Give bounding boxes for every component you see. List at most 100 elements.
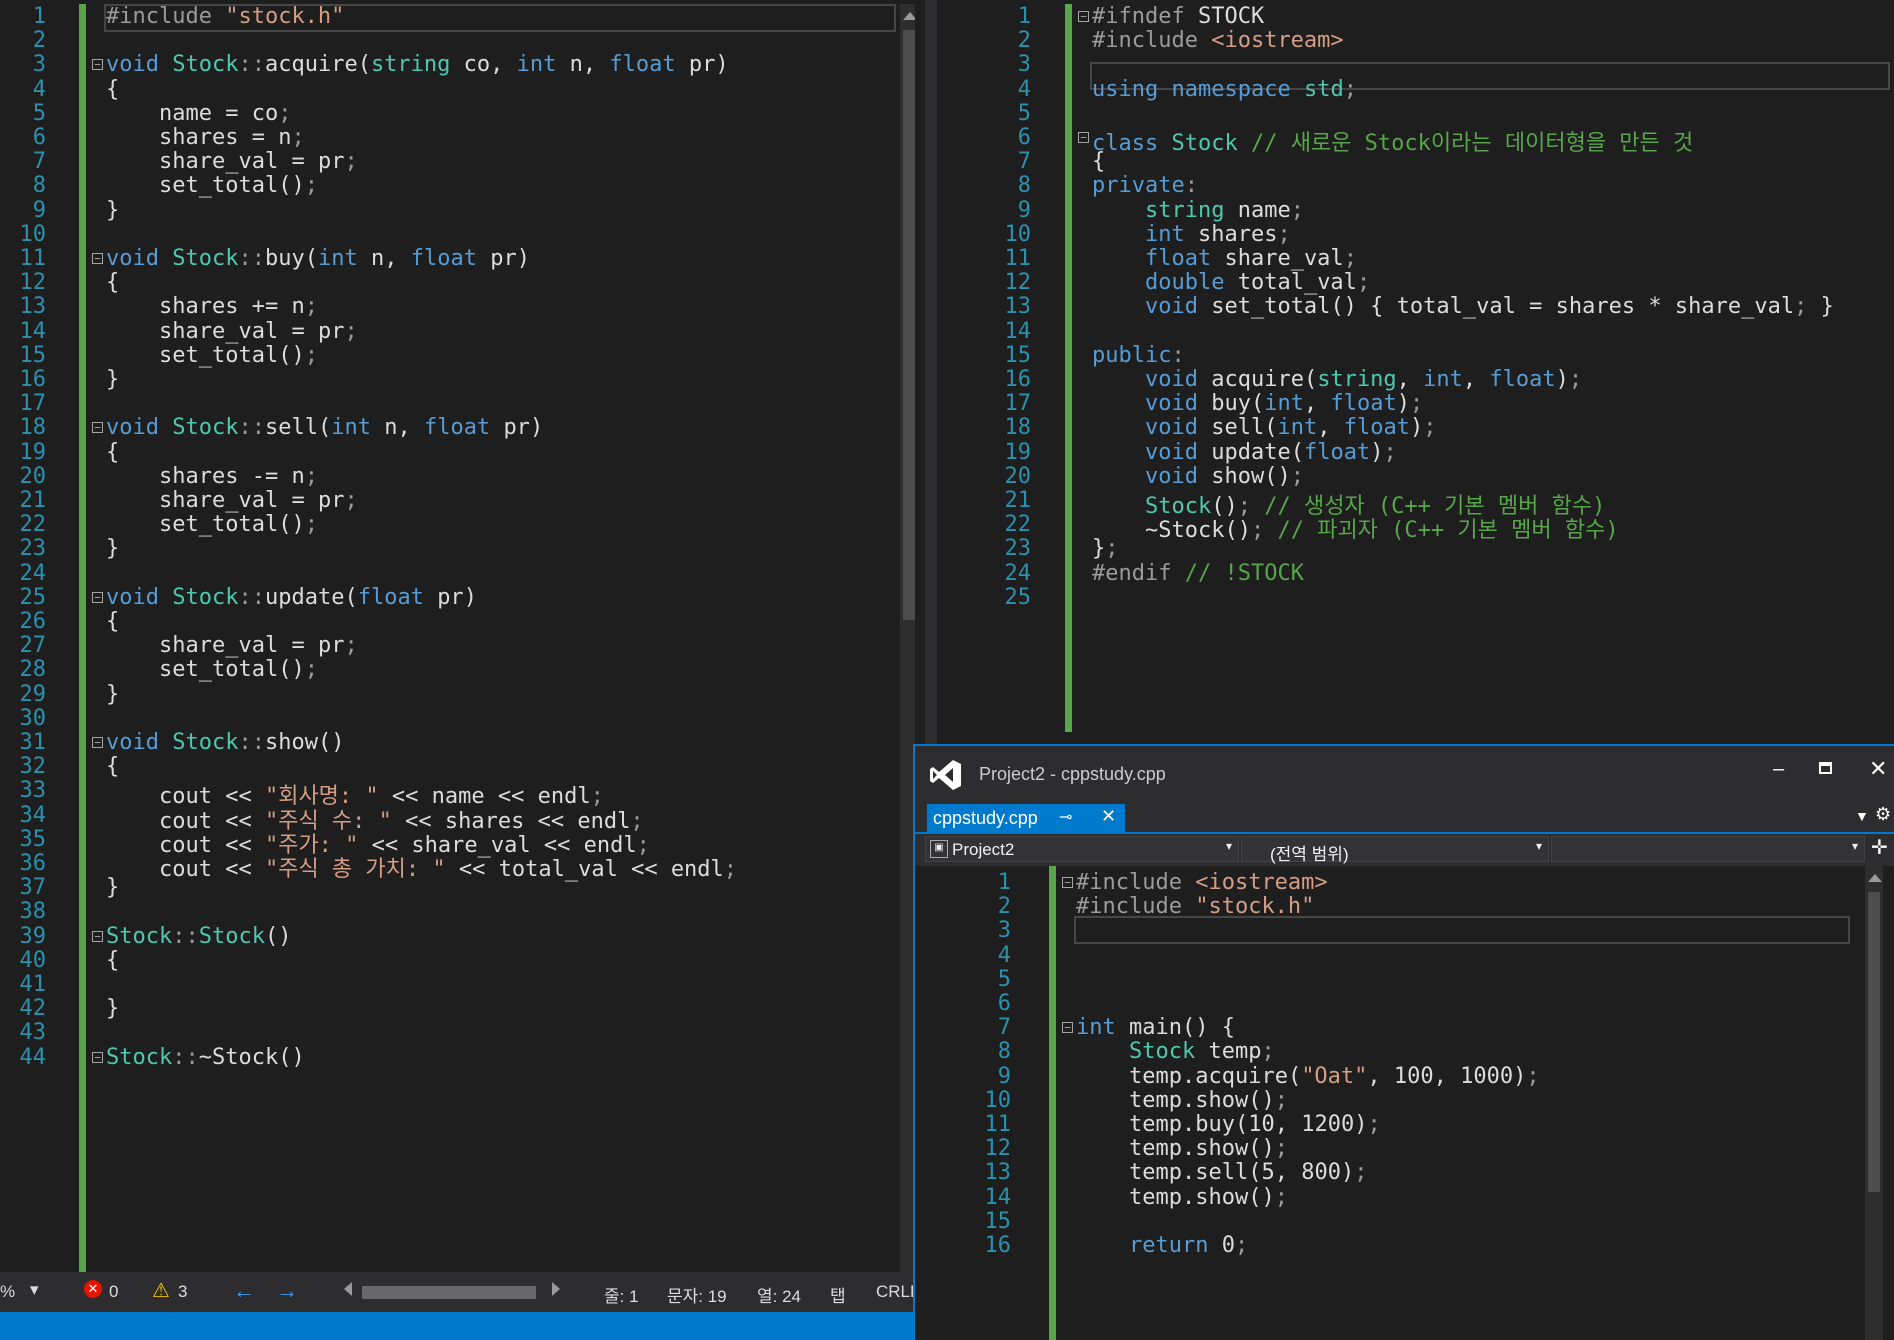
code-line[interactable]: { (106, 440, 119, 465)
code-line[interactable]: share_val = pr; (106, 149, 358, 174)
tab-close-icon[interactable]: ✕ (1101, 806, 1116, 827)
maximize-button[interactable] (1819, 762, 1832, 774)
collapse-toggle-icon[interactable]: − (1078, 11, 1089, 22)
code-line[interactable]: temp.show(); (1076, 1088, 1288, 1113)
member-dropdown[interactable]: ▾ (1551, 836, 1865, 862)
code-line[interactable]: float share_val; (1092, 246, 1357, 271)
collapse-toggle-icon[interactable]: − (92, 59, 103, 71)
code-line[interactable]: set_total(); (106, 512, 318, 537)
floating-editor-window[interactable]: Project2 - cppstudy.cpp – ✕ cppstudy.cpp… (913, 744, 1894, 1340)
code-line[interactable]: void Stock::acquire(string co, int n, fl… (106, 52, 729, 77)
collapse-toggle-icon[interactable]: − (1062, 1022, 1073, 1034)
pane-splitter[interactable] (925, 0, 937, 744)
code-line[interactable]: void show(); (1092, 464, 1304, 489)
navigate-forward-icon[interactable]: → (276, 1278, 298, 1304)
settings-gear-icon[interactable]: ⚙ (1875, 804, 1891, 825)
tab-overflow-icon[interactable]: ▼ (1855, 808, 1869, 824)
zoom-level[interactable]: % (0, 1282, 15, 1302)
scroll-up-arrow-icon[interactable] (903, 12, 915, 20)
collapse-toggle-icon[interactable]: − (92, 737, 103, 748)
code-line[interactable]: public: (1092, 343, 1185, 368)
code-line[interactable]: private: (1092, 173, 1198, 198)
collapse-toggle-icon[interactable]: − (92, 930, 103, 942)
split-editor-icon[interactable]: ✛ (1871, 835, 1888, 860)
code-line[interactable]: } (106, 682, 119, 707)
code-line[interactable]: void acquire(string, int, float); (1092, 367, 1582, 392)
code-line[interactable]: { (106, 948, 119, 973)
code-line[interactable]: void Stock::update(float pr) (106, 585, 477, 610)
code-line[interactable]: share_val = pr; (106, 633, 358, 658)
code-line[interactable]: using namespace std; (1092, 77, 1357, 102)
code-line[interactable]: #include <iostream> (1076, 870, 1328, 895)
code-line[interactable]: void buy(int, float); (1092, 391, 1423, 416)
chevron-down-icon[interactable]: ▾ (1852, 839, 1858, 853)
code-line[interactable]: name = co; (106, 101, 291, 126)
chevron-down-icon[interactable]: ▾ (1536, 839, 1542, 853)
floating-vertical-scrollbar[interactable] (1865, 866, 1883, 1340)
collapse-toggle-icon[interactable]: − (1078, 132, 1089, 143)
code-line[interactable]: #endif // !STOCK (1092, 561, 1304, 586)
hscroll-left-icon[interactable] (344, 1282, 352, 1296)
code-line[interactable]: temp.show(); (1076, 1185, 1288, 1210)
code-line[interactable]: shares += n; (106, 294, 318, 319)
code-line[interactable]: share_val = pr; (106, 488, 358, 513)
floating-scroll-thumb[interactable] (1868, 892, 1880, 1192)
close-button[interactable]: ✕ (1869, 756, 1887, 782)
error-icon[interactable]: ✕ (84, 1280, 102, 1298)
code-line[interactable]: } (106, 367, 119, 392)
zoom-dropdown-icon[interactable]: ▾ (30, 1280, 39, 1300)
navigate-back-icon[interactable]: ← (233, 1278, 255, 1304)
chevron-down-icon[interactable]: ▾ (1226, 839, 1232, 853)
code-line[interactable]: temp.buy(10, 1200); (1076, 1112, 1381, 1137)
code-line[interactable]: Stock::~Stock() (106, 1045, 305, 1070)
code-line[interactable]: ~Stock(); // 파괴자 (C++ 기본 멤버 함수) (1092, 512, 1619, 544)
code-line[interactable]: void sell(int, float); (1092, 415, 1436, 440)
code-line[interactable]: { (106, 77, 119, 102)
code-line[interactable]: cout << "주식 총 가치: " << total_val << endl… (106, 851, 737, 883)
warning-icon[interactable]: ⚠ (152, 1278, 170, 1303)
minimize-button[interactable]: – (1773, 758, 1784, 781)
code-line[interactable]: void set_total() { total_val = shares * … (1092, 294, 1834, 319)
code-line[interactable]: Stock temp; (1076, 1039, 1275, 1064)
code-line[interactable]: shares = n; (106, 125, 305, 150)
horizontal-scrollbar-thumb[interactable] (362, 1286, 536, 1299)
code-line[interactable]: #include <iostream> (1092, 28, 1344, 53)
code-line[interactable]: temp.acquire("Oat", 100, 1000); (1076, 1064, 1540, 1089)
indent-mode[interactable]: 탭 (830, 1282, 846, 1307)
code-line[interactable]: { (106, 270, 119, 295)
code-line[interactable]: void Stock::show() (106, 730, 344, 755)
tab-cppstudy[interactable]: cppstudy.cpp ⊸ ✕ (927, 804, 1125, 832)
collapse-toggle-icon[interactable]: − (92, 422, 103, 434)
code-line[interactable]: int shares; (1092, 222, 1291, 247)
hscroll-right-icon[interactable] (552, 1282, 560, 1296)
collapse-toggle-icon[interactable]: − (1062, 877, 1073, 888)
error-count[interactable]: 0 (109, 1282, 118, 1302)
scope-dropdown[interactable]: (전역 범위) ▾ (1241, 836, 1549, 864)
left-scroll-thumb[interactable] (903, 30, 915, 620)
code-line[interactable]: Stock::Stock() (106, 924, 291, 949)
pin-icon[interactable]: ⊸ (1059, 807, 1072, 827)
code-line[interactable]: } (106, 198, 119, 223)
code-line[interactable]: temp.show(); (1076, 1136, 1288, 1161)
code-line[interactable]: set_total(); (106, 173, 318, 198)
code-line[interactable]: string name; (1092, 198, 1304, 223)
code-line[interactable]: } (106, 996, 119, 1021)
collapse-toggle-icon[interactable]: − (92, 591, 103, 603)
code-line[interactable]: { (106, 754, 119, 779)
right-editor-pane[interactable]: 1 2 3 4 5 6 7 8 9 10 11 12 13 14 15 16 17 18 19 20 21 22 23 24 2… (937, 0, 1894, 744)
code-line[interactable]: #include "stock.h" (106, 4, 344, 29)
collapse-toggle-icon[interactable]: − (92, 253, 103, 264)
floating-code-region[interactable]: 1 2 3 4 5 6 7 8 9 10 11 12 13 14 15 16 #include <iostre… (915, 866, 1894, 1340)
scroll-up-arrow-icon[interactable] (1868, 874, 1882, 882)
code-line[interactable]: #ifndef STOCK (1092, 4, 1264, 29)
project-dropdown[interactable]: ▣ Project2 ▾ (925, 836, 1239, 862)
code-line[interactable]: } (106, 536, 119, 561)
code-line[interactable]: } (106, 875, 119, 900)
left-editor-pane[interactable]: 1 2 3 4 5 6 7 8 9 10 11 12 13 14 15 16 17 18 19 20 21 22 23 24 2… (0, 0, 915, 1272)
code-line[interactable]: }; (1092, 536, 1119, 561)
code-line[interactable]: shares -= n; (106, 464, 318, 489)
collapse-toggle-icon[interactable]: − (92, 1051, 103, 1063)
code-line[interactable]: double total_val; (1092, 270, 1370, 295)
code-line[interactable]: void Stock::sell(int n, float pr) (106, 415, 543, 440)
code-line[interactable]: set_total(); (106, 343, 318, 368)
